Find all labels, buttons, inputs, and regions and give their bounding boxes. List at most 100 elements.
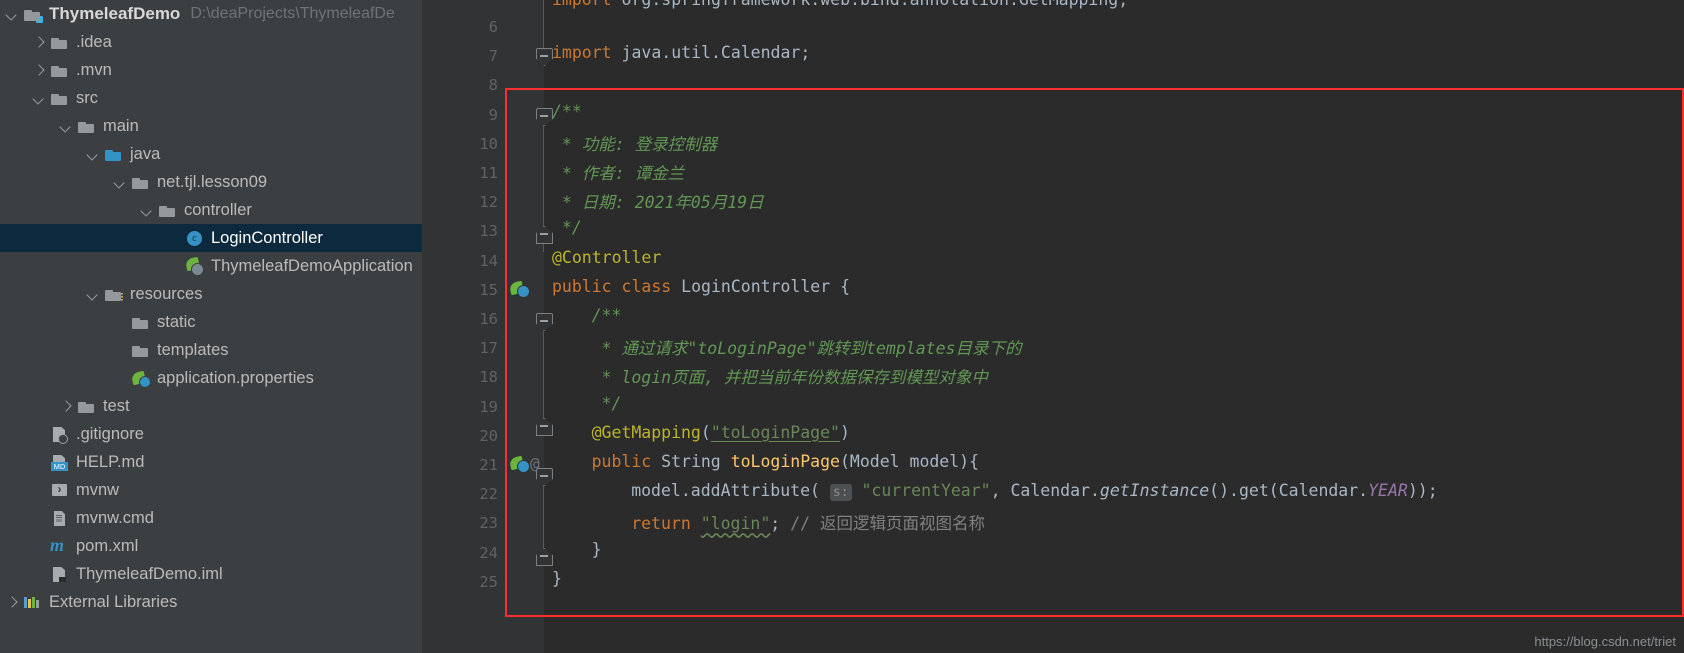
tree-item-thymeleafdemo[interactable]: ThymeleafDemo D:\deaProjects\ThymeleafDe xyxy=(0,0,422,28)
tree-item-main[interactable]: main xyxy=(0,112,422,140)
chevron-down-icon[interactable] xyxy=(87,147,101,161)
line-number: 17 xyxy=(479,339,498,358)
tree-item-label: java xyxy=(130,144,161,163)
chevron-down-icon[interactable] xyxy=(141,203,155,217)
code-line-method-javadoc-close: */ xyxy=(591,393,622,413)
package-badge xyxy=(164,210,169,215)
folder-icon xyxy=(50,89,70,107)
chevron-down-icon[interactable] xyxy=(114,175,128,189)
module-badge xyxy=(36,16,43,23)
line-number: 23 xyxy=(479,514,498,533)
fold-rail-method-javadoc[interactable] xyxy=(543,325,544,423)
tree-item-java[interactable]: java xyxy=(0,140,422,168)
tree-item-controller[interactable]: controller xyxy=(0,196,422,224)
tree-item-label: ThymeleafDemo xyxy=(49,4,181,23)
folder-icon xyxy=(77,117,97,135)
tree-item-logincontroller[interactable]: LoginController xyxy=(0,224,422,252)
tree-item-gitignore[interactable]: .gitignore xyxy=(0,420,422,448)
code-line-method-javadoc-desc1: * 通过请求"toLoginPage"跳转到templates目录下的 xyxy=(591,339,1022,359)
chevron-right-icon[interactable] xyxy=(33,63,47,77)
tree-item-label: External Libraries xyxy=(49,592,178,611)
chevron-down-icon[interactable] xyxy=(33,91,47,105)
code-line-5-partial: import org.springframework.web.bind.anno… xyxy=(552,0,1128,9)
code-line-javadoc-open: /** xyxy=(552,101,582,121)
tree-item-label: .idea xyxy=(76,32,112,51)
folder-module-icon xyxy=(23,5,43,23)
code-line-class-declaration: public class LoginController { xyxy=(552,276,851,296)
tree-item-label: net.tjl.lesson09 xyxy=(157,172,268,191)
code-line-add-attribute: model.addAttribute( s: "currentYear", Ca… xyxy=(631,481,1438,502)
tree-item-application-properties[interactable]: application.properties xyxy=(0,364,422,392)
tree-item-label: application.properties xyxy=(157,368,314,387)
chevron-down-icon[interactable] xyxy=(6,7,20,21)
tree-item-mvnw[interactable]: mvnw xyxy=(0,476,422,504)
tree-item-thymeleafdemo-iml[interactable]: ThymeleafDemo.iml xyxy=(0,560,422,588)
shell-script-icon xyxy=(50,481,70,499)
tree-item-mvn[interactable]: .mvn xyxy=(0,56,422,84)
tree-item-label: controller xyxy=(184,200,252,219)
iml-file-icon xyxy=(50,565,70,583)
ide-window: ThymeleafDemo D:\deaProjects\ThymeleafDe.… xyxy=(0,0,1684,653)
tree-item-label: .mvn xyxy=(76,60,112,79)
spring-mapping-gutter-icon[interactable] xyxy=(510,454,530,474)
line-number: 22 xyxy=(479,485,498,504)
cmd-file-icon xyxy=(50,509,70,527)
markdown-file-icon xyxy=(50,453,70,471)
spring-bean-gutter-icon[interactable] xyxy=(510,279,530,299)
tree-item-label: templates xyxy=(157,340,229,359)
line-number: 9 xyxy=(488,105,498,124)
line-number: 7 xyxy=(488,47,498,66)
tree-item-label: HELP.md xyxy=(76,452,145,471)
code-line-method-close-brace: } xyxy=(591,539,602,559)
line-number: 10 xyxy=(479,134,498,153)
tree-item-idea[interactable]: .idea xyxy=(0,28,422,56)
tree-item-static[interactable]: static xyxy=(0,308,422,336)
tree-item-external-libraries[interactable]: External Libraries xyxy=(0,588,422,616)
chevron-right-icon[interactable] xyxy=(33,35,47,49)
maven-pom-icon xyxy=(50,535,70,556)
code-editor[interactable]: import org.springframework.web.bind.anno… xyxy=(422,0,1684,653)
tree-item-label: ThymeleafDemo.iml xyxy=(76,564,223,583)
folder-icon xyxy=(131,313,151,331)
tree-item-label: LoginController xyxy=(211,228,323,247)
chevron-down-icon[interactable] xyxy=(87,287,101,301)
chevron-right-icon[interactable] xyxy=(6,595,20,609)
tree-item-label: mvnw xyxy=(76,480,120,499)
line-number: 16 xyxy=(479,310,498,328)
code-line-getmapping-annotation: @GetMapping("toLoginPage") xyxy=(591,422,850,442)
code-line-return-login: return "login"; // 返回逻辑页面视图名称 xyxy=(631,514,985,534)
tree-item-test[interactable]: test xyxy=(0,392,422,420)
project-tree-panel[interactable]: ThymeleafDemo D:\deaProjects\ThymeleafDe.… xyxy=(0,0,422,653)
tree-item-thymeleafdemoapplication[interactable]: ThymeleafDemoApplication xyxy=(0,252,422,280)
tree-item-label: static xyxy=(157,312,196,331)
folder-resources-icon xyxy=(104,285,124,303)
tree-item-templates[interactable]: templates xyxy=(0,336,422,364)
tree-item-src[interactable]: src xyxy=(0,84,422,112)
spring-boot-run-icon xyxy=(185,257,205,276)
chevron-down-icon[interactable] xyxy=(60,119,74,133)
tree-item-label: pom.xml xyxy=(76,536,139,555)
chevron-right-icon[interactable] xyxy=(60,399,74,413)
resources-badge xyxy=(115,293,123,302)
code-line-method-javadoc-open: /** xyxy=(591,306,622,325)
line-number: 18 xyxy=(479,368,498,387)
tree-item-resources[interactable]: resources xyxy=(0,280,422,308)
tree-item-label: ThymeleafDemoApplication xyxy=(211,256,413,275)
line-number: 13 xyxy=(479,222,498,241)
tree-item-label: src xyxy=(76,88,98,107)
tree-item-mvnw-cmd[interactable]: mvnw.cmd xyxy=(0,504,422,532)
tree-item-pom-xml[interactable]: pom.xml xyxy=(0,532,422,560)
tree-item-help-md[interactable]: HELP.md xyxy=(0,448,422,476)
spring-properties-icon xyxy=(131,369,151,388)
line-number: 19 xyxy=(479,397,498,416)
line-number: 11 xyxy=(479,164,498,182)
code-line-method-javadoc-desc2: * login页面, 并把当前年份数据保存到模型对象中 xyxy=(591,368,988,388)
tree-item-net-tjl-lesson09[interactable]: net.tjl.lesson09 xyxy=(0,168,422,196)
